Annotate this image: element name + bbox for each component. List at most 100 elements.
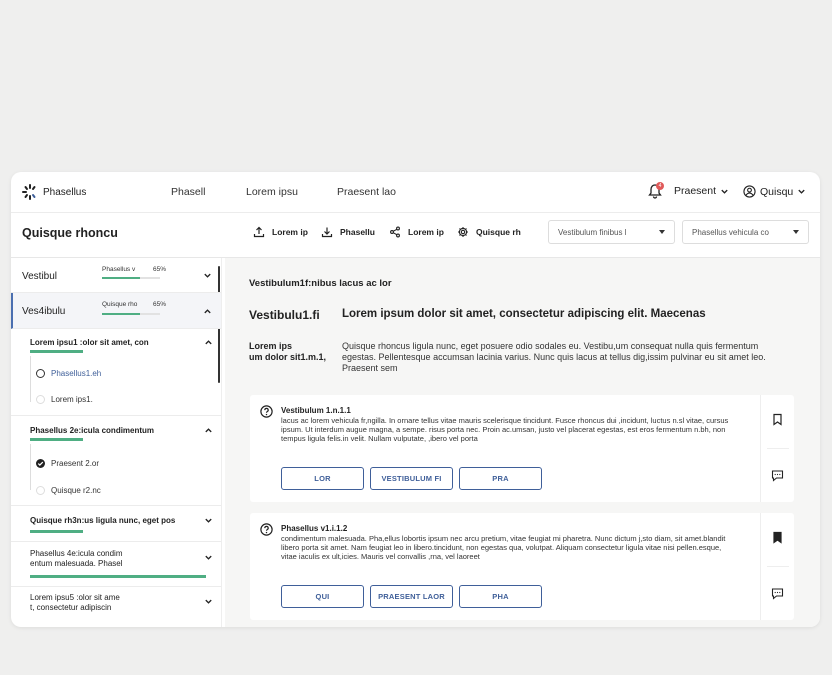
side-label-line: Lorem ips [249, 341, 293, 351]
option-label: Phasellus1.eh [51, 369, 102, 378]
chevron-up-icon [204, 309, 211, 314]
answer-option-button[interactable]: PHA [459, 585, 542, 608]
filter-select-1-value: Vestibulum finibus l [558, 227, 627, 237]
chevron-down-icon [721, 189, 728, 194]
subsection-progress-2 [30, 438, 83, 441]
section-percent: 65% [153, 301, 167, 308]
chevron-up-icon[interactable] [204, 338, 213, 347]
option-radio-3[interactable]: Praesent 2.or [36, 459, 99, 468]
question-circle-icon [260, 405, 273, 418]
divider [11, 415, 221, 416]
subsection-title-3[interactable]: Quisque rh3n:us ligula nunc, eget pos [30, 516, 175, 525]
section-progress-bar [102, 313, 160, 315]
radio-icon [36, 395, 45, 404]
comment-icon[interactable] [771, 469, 784, 482]
subsection-title-line: t, consectetur adipiscin [30, 603, 112, 612]
subsection-progress-3 [30, 530, 83, 533]
side-label-line: um dolor sit1.m.1, [249, 352, 327, 362]
answer-option-button[interactable]: VESTIBULUM FI [370, 467, 453, 490]
section-mini-label: Phasellus v [102, 266, 136, 273]
subsection-progress-1 [30, 350, 83, 353]
divider [11, 586, 221, 587]
answer-option-button[interactable]: PRA [459, 467, 542, 490]
bookmark-filled-icon[interactable] [771, 531, 784, 544]
subsection-title-4[interactable]: Phasellus 4e:icula condim entum malesuad… [30, 549, 123, 569]
comment-icon[interactable] [771, 587, 784, 600]
logo-icon [22, 184, 36, 200]
subsection-title-2[interactable]: Phasellus 2e:icula condimentum [30, 426, 154, 435]
settings-button[interactable]: Quisque rh [457, 226, 521, 238]
chevron-down-icon [798, 189, 805, 194]
subsection-title-1[interactable]: Lorem ipsu1 :olor sit amet, con [30, 338, 149, 347]
tree-line [30, 444, 31, 490]
chevron-down-icon[interactable] [204, 516, 213, 525]
question-title: Vestibulum 1.n.1.1 [281, 406, 351, 415]
nav-link-3[interactable]: Praesent lao [337, 186, 396, 198]
section-description: Quisque rhoncus ligula nunc, eget posuer… [342, 341, 766, 373]
chevron-up-icon[interactable] [204, 426, 213, 435]
app-window: Phasellus Phasell Lorem ipsu Praesent la… [11, 172, 820, 627]
sidebar-section-title: Ves4ibulu [22, 306, 66, 317]
radio-icon [36, 486, 45, 495]
question-card-2: Phasellus v1.i.1.2 condimentum malesuada… [250, 513, 794, 620]
answer-option-button[interactable]: LOR [281, 467, 364, 490]
tree-line [30, 356, 31, 402]
download-icon [321, 227, 333, 238]
top-navigation: Phasellus Phasell Lorem ipsu Praesent la… [11, 172, 820, 213]
sidebar-section-1[interactable]: Vestibul Phasellus v 65% [11, 258, 221, 293]
subsection-progress-4 [30, 575, 206, 578]
nav-link-1[interactable]: Phasell [171, 186, 205, 198]
option-label: Quisque r2.nc [51, 486, 101, 495]
divider [11, 541, 221, 542]
side-label: Lorem ips um dolor sit1.m.1, [249, 341, 337, 363]
question-body: condimentum malesuada. Pha,ellus loborti… [281, 534, 726, 562]
section-progress-bar [102, 277, 160, 279]
option-label: Praesent 2.or [51, 459, 100, 468]
sidebar-section-title: Vestibul [22, 271, 58, 282]
option-radio-1[interactable]: Phasellus1.eh [36, 369, 101, 378]
subsection-title-5[interactable]: Lorem ipsu5 :olor sit ame t, consectetur… [30, 593, 120, 613]
chevron-down-icon[interactable] [204, 597, 213, 606]
page-title: Quisque rhoncu [22, 226, 118, 240]
section-percent: 65% [153, 266, 167, 273]
download-button-label: Phasellu [340, 227, 375, 237]
caret-down-icon [659, 230, 665, 234]
user-name: Quisqu [760, 185, 794, 198]
user-icon [743, 185, 756, 198]
question-body: lacus ac lorem vehicula fr,ngilla. In or… [281, 416, 729, 444]
chevron-down-icon[interactable] [204, 553, 213, 562]
nav-link-2[interactable]: Lorem ipsu [246, 186, 298, 198]
question-card-1: Vestibulum 1.n.1.1 lacus ac lorem vehicu… [250, 395, 794, 502]
check-circle-icon [36, 459, 45, 468]
subsection-title-line: entum malesuada. Phasel [30, 559, 123, 568]
download-button[interactable]: Phasellu [321, 226, 375, 238]
divider [11, 505, 221, 506]
upload-icon [253, 226, 265, 238]
answer-option-button[interactable]: QUI [281, 585, 364, 608]
bookmark-icon[interactable] [771, 413, 784, 426]
praesent-dropdown-label: Praesent [674, 185, 717, 197]
main-content: Vestibulum1f:nibus lacus ac lor Vestibul… [225, 258, 820, 627]
notification-badge: 4 [656, 182, 664, 190]
content-heading: Vestibulum1f:nibus lacus ac lor [249, 278, 392, 289]
filter-select-1[interactable]: Vestibulum finibus l [548, 220, 675, 244]
gear-icon [458, 227, 468, 237]
option-radio-2[interactable]: Lorem ips1. [36, 395, 93, 404]
option-radio-4[interactable]: Quisque r2.nc [36, 486, 101, 495]
upload-button[interactable]: Lorem ip [253, 226, 308, 238]
subsection-title-line: Phasellus 4e:icula condim [30, 549, 123, 558]
caret-down-icon [793, 230, 799, 234]
toolbar: Quisque rhoncu Lorem ip Phasellu Lorem i… [11, 213, 820, 258]
upload-button-label: Lorem ip [272, 227, 308, 237]
filter-select-2[interactable]: Phasellus vehicula co [682, 220, 809, 244]
share-button[interactable]: Lorem ip [389, 226, 444, 238]
option-label: Lorem ips1. [51, 395, 93, 404]
filter-select-2-value: Phasellus vehicula co [692, 227, 769, 237]
sidebar-section-2[interactable]: Ves4ibulu Quisque rho 65% [11, 293, 221, 329]
user-menu[interactable]: Quisqu [743, 185, 806, 198]
question-actions [760, 513, 794, 620]
answer-option-button[interactable]: PRAESENT LAOR [370, 585, 453, 608]
subsection-title-line: Lorem ipsu5 :olor sit ame [30, 593, 120, 602]
praesent-dropdown[interactable]: Praesent [674, 185, 729, 197]
question-actions [760, 395, 794, 502]
